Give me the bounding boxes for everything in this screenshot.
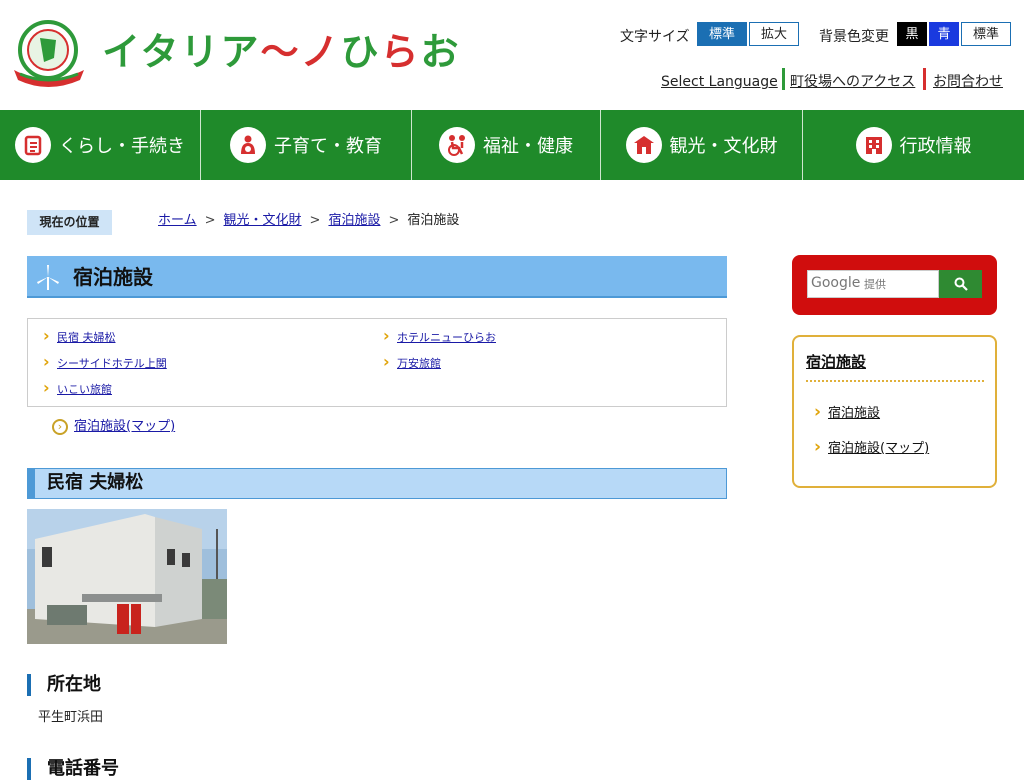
breadcrumb: ホーム > 観光・文化財 > 宿泊施設 > 宿泊施設 [158,211,459,231]
breadcrumb-separator: > [204,213,216,228]
bg-color-label: 背景色変更 [819,29,889,45]
breadcrumb-home-link[interactable]: ホーム [158,213,197,228]
select-language-link[interactable]: Select Language [661,70,778,94]
current-location-label: 現在の位置 [27,210,112,235]
sidebar-menu: 宿泊施設 宿泊施設 宿泊施設(マップ) [792,335,997,488]
phone-heading: 電話番号 [27,758,119,780]
bg-black-button[interactable]: 黒 [897,22,927,46]
util-divider [782,68,785,90]
index-link-hotel-new-hirao[interactable]: ホテルニューひらお [383,328,496,346]
search-button[interactable] [939,270,982,298]
breadcrumb-lodging-link[interactable]: 宿泊施設 [328,213,380,228]
util-divider [923,68,926,90]
logo-seal-icon [14,20,84,87]
breadcrumb-current: 宿泊施設 [407,213,460,228]
temple-icon [625,127,662,163]
nav-item-tourism[interactable]: 観光・文化財 [601,110,803,180]
global-nav: くらし・手続き 子育て・教育 福祉・健康 観光・文化財 行政情報 [0,110,1024,180]
font-size-standard-button[interactable]: 標準 [697,22,747,46]
site-logo[interactable]: イタリア〜ノひらお [10,18,459,88]
bg-standard-button[interactable]: 標準 [961,22,1011,46]
nav-item-childcare[interactable]: 子育て・教育 [201,110,412,180]
nav-item-administration[interactable]: 行政情報 [803,110,1024,180]
chevron-circle-icon: › [52,419,68,435]
site-search: Google [792,255,997,315]
sidebar-item-label[interactable]: 宿泊施設(マップ) [828,441,929,456]
index-link-fufumatsu[interactable]: 民宿 夫婦松 [43,328,116,346]
sidebar-menu-title[interactable]: 宿泊施設 [806,351,866,372]
section-heading: 民宿 夫婦松 [27,468,727,499]
index-link-ikoi-ryokan[interactable]: いこい旅館 [43,380,112,398]
breadcrumb-tourism-link[interactable]: 観光・文化財 [224,213,302,228]
breadcrumb-separator: > [388,213,400,228]
page-title-band: 宿泊施設 [27,256,727,298]
search-input[interactable] [807,270,939,298]
bg-blue-button[interactable]: 青 [929,22,959,46]
building-icon [855,127,892,163]
clipboard-icon [15,127,51,163]
facility-index: 民宿 夫婦松 ホテルニューひらお シーサイドホテル上関 万安旅館 いこい旅館 [27,318,727,407]
lodging-map-link[interactable]: 宿泊施設(マップ) [74,419,175,434]
site-header: イタリア〜ノひらお 文字サイズ 標準 拡大 背景色変更 黒 青 標準 Selec… [0,0,1024,110]
font-size-label: 文字サイズ [620,29,690,45]
nav-item-welfare[interactable]: 福祉・健康 [412,110,601,180]
sidebar-item-label[interactable]: 宿泊施設 [828,406,880,421]
nav-item-label: 子育て・教育 [274,136,382,157]
parent-child-icon [230,127,266,163]
font-size-large-button[interactable]: 拡大 [749,22,799,46]
location-heading: 所在地 [27,674,101,696]
index-link-manan-ryokan[interactable]: 万安旅館 [383,354,441,372]
nav-item-living[interactable]: くらし・手続き [0,110,201,180]
sidebar-item-lodging[interactable]: 宿泊施設 [814,403,880,423]
nav-item-label: 観光・文化財 [669,136,778,157]
windmill-icon [37,265,59,290]
location-value: 平生町浜田 [38,710,104,725]
logo-text: イタリア〜ノひらお [102,30,461,74]
map-link-row: › 宿泊施設(マップ) [52,417,175,438]
breadcrumb-separator: > [309,213,321,228]
index-link-seaside-hotel[interactable]: シーサイドホテル上関 [43,354,167,372]
sidebar-divider [806,380,984,382]
nav-item-label: 行政情報 [899,136,972,157]
wheelchair-icon [439,127,475,163]
access-link[interactable]: 町役場へのアクセス [790,70,915,94]
search-icon [954,277,968,291]
sidebar-item-lodging-map[interactable]: 宿泊施設(マップ) [814,438,929,458]
nav-item-label: 福祉・健康 [483,136,573,157]
page-title: 宿泊施設 [73,265,153,289]
nav-item-label: くらし・手続き [59,136,185,157]
facility-photo [27,509,227,644]
contact-link[interactable]: お問合わせ [933,70,1003,94]
section-heading-text: 民宿 夫婦松 [47,472,144,493]
